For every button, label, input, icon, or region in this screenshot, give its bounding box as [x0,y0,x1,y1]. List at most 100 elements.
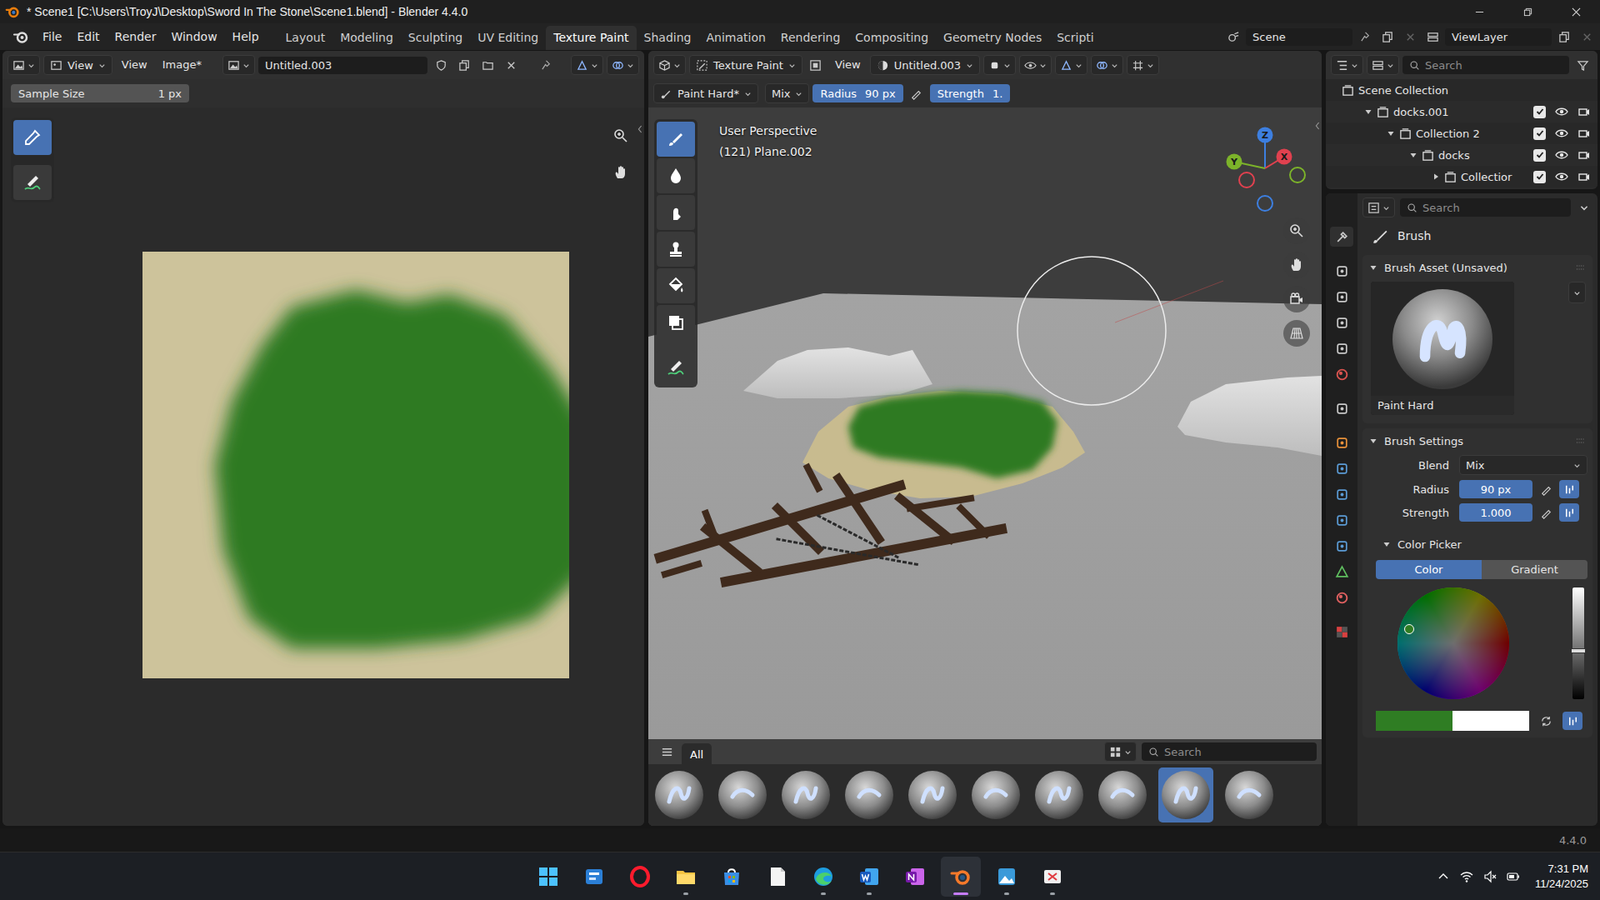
outliner-row[interactable]: Collection 2 [1325,122,1598,145]
negative-axis-handle[interactable] [1290,167,1305,183]
pan-button[interactable] [1283,251,1310,279]
pin-button[interactable] [1355,27,1375,46]
constraints-tab[interactable] [1330,535,1354,556]
workspace-tab[interactable]: UV Editing [470,25,546,50]
workspace-tab[interactable]: Scripti [1049,25,1102,50]
muted-speaker-icon[interactable] [1483,870,1497,884]
secondary-color-swatch[interactable] [1452,710,1530,731]
panel-header[interactable]: Brush Settings [1362,428,1593,454]
brush-thumbnail[interactable] [1031,767,1087,823]
view-layer-tab[interactable] [1330,312,1354,333]
widgets-app-button[interactable] [574,856,615,897]
draw-tool[interactable] [656,121,695,157]
overlays-dropdown[interactable] [606,55,640,75]
workspace-tab[interactable]: Compositing [847,25,936,50]
outliner-row[interactable]: docks.001 [1325,100,1598,123]
world-tab[interactable] [1330,364,1354,385]
workspace-tab[interactable]: Layout [278,25,334,50]
shelf-search-field[interactable]: Search [1141,742,1317,761]
annotate-tool[interactable] [13,165,52,200]
workspace-tab[interactable]: Shading [636,25,700,50]
eye-icon[interactable] [1555,170,1569,184]
pressure-button[interactable] [1559,480,1580,499]
photos-app-button[interactable] [986,856,1027,897]
exclude-checkbox[interactable] [1533,105,1546,119]
negative-axis-handle[interactable] [1257,195,1273,211]
color-wheel-marker[interactable] [1404,624,1415,635]
camera-view-button[interactable] [1283,285,1310,313]
value-slider[interactable] [1572,587,1585,700]
workspace-tab[interactable]: Texture Paint [545,25,636,50]
physics-tab[interactable] [1330,510,1354,530]
data-tab[interactable] [1330,561,1354,582]
render-tab[interactable] [1330,260,1354,281]
radius-pressure-button[interactable] [906,84,927,103]
explorer-app-button[interactable] [665,856,706,897]
brush-thumbnail[interactable] [1095,767,1150,823]
opera-app-button[interactable] [620,856,660,897]
header-menu[interactable]: Image* [156,55,208,75]
material-tab[interactable] [1330,587,1354,608]
show-hidden-icons-icon[interactable] [1436,870,1450,884]
panel-header[interactable]: Brush Asset (Unsaved) [1362,255,1593,280]
camera-icon[interactable] [1577,105,1591,119]
workspace-tab[interactable]: Rendering [773,25,849,50]
eye-icon[interactable] [1555,105,1569,119]
delete-scene-button[interactable] [1400,27,1420,46]
outliner-row[interactable]: Collectior [1325,165,1598,188]
outliner-row[interactable]: Scene Collection [1325,79,1598,101]
blender-app-button[interactable] [940,856,981,897]
new-view-layer-button[interactable] [1554,27,1575,46]
primary-color-swatch[interactable] [1375,710,1453,731]
mask-toggle[interactable] [805,55,826,75]
color-mode-button[interactable]: Gradient [1481,560,1588,580]
word-app-button[interactable] [849,856,890,897]
shelf-tab[interactable]: All [681,743,712,765]
annotate-tool[interactable] [656,350,695,385]
outliner-search-field[interactable]: Search [1402,55,1570,75]
menu-item[interactable]: Edit [69,26,107,47]
setting-dropdown[interactable]: Mix [1459,455,1588,475]
edge-app-button[interactable] [803,856,844,897]
clone-tool[interactable] [656,231,695,267]
tool-tab[interactable] [1330,226,1354,247]
unlink-image-button[interactable] [500,55,521,75]
visibility-dropdown[interactable] [1019,55,1052,75]
properties-search-field[interactable]: Search [1400,198,1571,217]
pressure-button[interactable] [1559,503,1580,522]
expand-arrow-icon[interactable] [1364,107,1373,116]
setting-value-field[interactable]: 1.000 [1459,503,1533,522]
radius-field[interactable]: Radius90 px [812,84,903,103]
close-button[interactable] [1551,0,1600,24]
filter-button[interactable] [1572,55,1593,75]
workspace-tab[interactable]: Modeling [332,25,401,50]
eye-icon[interactable] [1555,148,1569,162]
editor-type-dropdown[interactable] [1362,197,1395,218]
pan-button[interactable] [607,159,635,186]
brush-thumbnail[interactable] [715,767,770,823]
editor-type-dropdown[interactable] [7,55,40,75]
sample-tool[interactable] [13,120,52,155]
brush-preview[interactable]: Paint Hard [1370,281,1515,415]
new-image-button[interactable] [454,55,475,75]
value-slider-handle[interactable] [1570,648,1586,654]
brush-thumbnail[interactable] [1158,767,1214,823]
setting-value-field[interactable]: 90 px [1459,480,1533,499]
menu-item[interactable]: Help [225,26,267,47]
strength-field[interactable]: Strength1. [930,84,1011,103]
asset-menu-dropdown[interactable] [1568,281,1586,304]
image-browse-button[interactable] [222,55,255,75]
camera-icon[interactable] [1577,126,1591,140]
view-layer-field[interactable]: ViewLayer [1445,28,1552,46]
view-layer-browse-button[interactable] [1422,27,1443,46]
blender-menu-button[interactable] [6,28,35,45]
camera-icon[interactable] [1577,170,1591,184]
output-tab[interactable] [1330,286,1354,307]
collection-tab[interactable] [1330,398,1354,419]
camera-icon[interactable] [1577,148,1591,162]
sidebar-toggle-icon[interactable] [1314,120,1321,131]
store-app-button[interactable] [711,856,752,897]
swap-colors-button[interactable] [1535,711,1556,730]
display-mode-dropdown[interactable] [1366,55,1400,75]
particles-tab[interactable] [1330,484,1354,505]
